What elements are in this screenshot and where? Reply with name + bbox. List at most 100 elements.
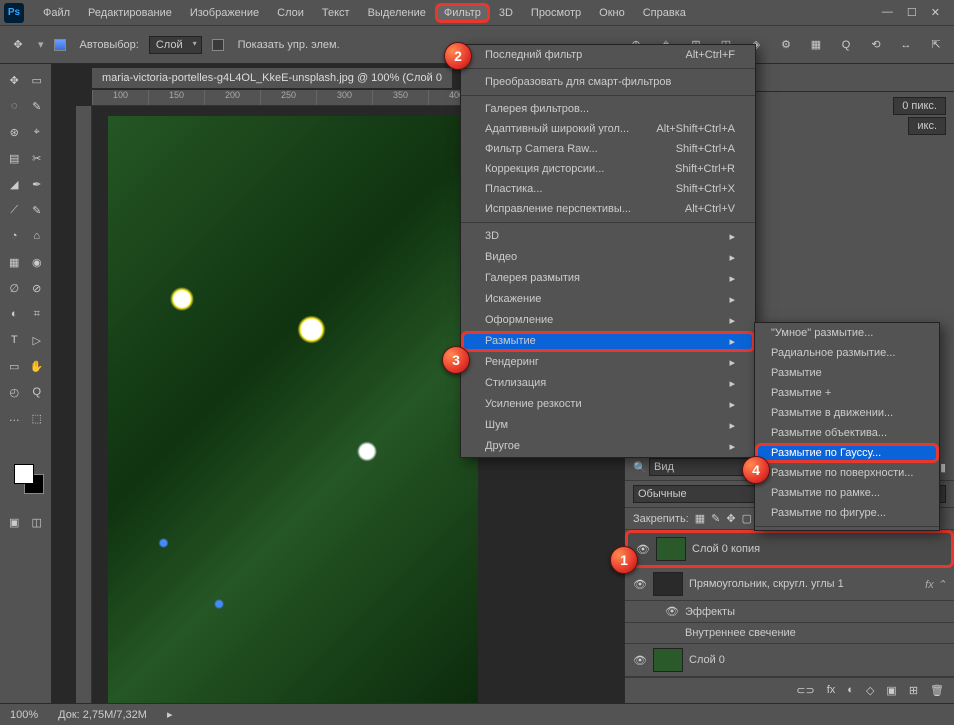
filter-toggle[interactable]: ▮ xyxy=(940,461,946,474)
menu-item[interactable]: Размытие▸ xyxy=(461,331,755,352)
menu-item[interactable]: 3D▸ xyxy=(461,226,755,247)
submenu-item[interactable]: Размытие по фигуре... xyxy=(755,503,939,523)
tool-button[interactable]: ✒ xyxy=(27,172,48,196)
layer-action-icon[interactable]: ◇ xyxy=(866,684,874,697)
tool-button[interactable]: ▭ xyxy=(27,68,48,92)
tool-button[interactable]: ◉ xyxy=(27,250,48,274)
tool-button[interactable]: ◌ xyxy=(4,94,25,118)
tool-button[interactable]: ⬚ xyxy=(27,406,48,430)
tool-button[interactable]: ✎ xyxy=(27,94,48,118)
tool-button[interactable]: ▣ xyxy=(4,510,25,534)
tool-button[interactable]: ✎ xyxy=(27,198,48,222)
tool-button[interactable]: ∅ xyxy=(4,276,25,300)
close-icon[interactable]: ✕ xyxy=(931,6,940,19)
submenu-item[interactable]: Размытие по Гауссу... xyxy=(755,443,939,463)
layer-action-icon[interactable]: ◐ xyxy=(847,684,854,697)
menu-item[interactable]: Адаптивный широкий угол...Alt+Shift+Ctrl… xyxy=(461,119,755,139)
menu-выделение[interactable]: Выделение xyxy=(359,3,435,23)
tool-button[interactable]: ✋ xyxy=(27,354,48,378)
menu-item[interactable]: Исправление перспективы...Alt+Ctrl+V xyxy=(461,199,755,219)
window-controls[interactable]: — ☐ ✕ xyxy=(882,6,950,19)
canvas[interactable] xyxy=(108,116,478,703)
submenu-item[interactable]: Размытие объектива... xyxy=(755,423,939,443)
menu-текст[interactable]: Текст xyxy=(313,3,359,23)
tool-button[interactable]: T xyxy=(4,328,25,352)
layer-action-icon[interactable]: ⊂⊃ xyxy=(796,684,814,697)
menu-справка[interactable]: Справка xyxy=(634,3,695,23)
tool-button[interactable]: ⌂ xyxy=(27,224,48,248)
layer-row[interactable]: Внутреннее свечение xyxy=(625,623,954,644)
tool-button[interactable]: Q xyxy=(27,380,48,404)
tool-button[interactable]: … xyxy=(4,406,25,430)
lock-move-icon[interactable]: ✥ xyxy=(726,512,735,525)
layer-action-icon[interactable]: fx xyxy=(827,684,836,697)
tool-button[interactable]: ▦ xyxy=(4,250,25,274)
tool-button[interactable]: ⟋ xyxy=(4,198,25,222)
layer-row[interactable]: 👁Эффекты xyxy=(625,601,954,623)
search-icon[interactable]: 🔍 xyxy=(633,461,645,473)
tool-button[interactable]: ⊛ xyxy=(4,120,25,144)
menu-слои[interactable]: Слои xyxy=(268,3,313,23)
submenu-item[interactable]: Размытие по поверхности... xyxy=(755,463,939,483)
menu-item[interactable]: Коррекция дисторсии...Shift+Ctrl+R xyxy=(461,159,755,179)
layer-select[interactable]: Слой xyxy=(149,36,202,54)
menu-окно[interactable]: Окно xyxy=(590,3,634,23)
visibility-icon[interactable]: 👁 xyxy=(665,605,679,618)
swatch[interactable] xyxy=(4,458,47,498)
tool-button[interactable]: ◫ xyxy=(27,510,48,534)
menu-item[interactable]: Видео▸ xyxy=(461,247,755,268)
toolbar-icon[interactable]: Q xyxy=(836,35,856,55)
tool-button[interactable]: ✂ xyxy=(27,146,48,170)
menu-item[interactable]: Преобразовать для смарт-фильтров xyxy=(461,72,755,92)
tool-button[interactable]: ◴ xyxy=(4,380,25,404)
layer-row[interactable]: 👁Слой 0 копия xyxy=(625,530,954,568)
menu-item[interactable]: Искажение▸ xyxy=(461,289,755,310)
blur-submenu[interactable]: "Умное" размытие...Радиальное размытие..… xyxy=(754,322,940,531)
menu-фильтр[interactable]: Фильтр xyxy=(435,3,490,23)
layer-row[interactable]: 👁Слой 0 xyxy=(625,644,954,677)
menu-item[interactable]: Рендеринг▸ xyxy=(461,352,755,373)
menu-файл[interactable]: Файл xyxy=(34,3,79,23)
tool-button[interactable]: ◢ xyxy=(4,172,25,196)
menu-item[interactable]: Последний фильтрAlt+Ctrl+F xyxy=(461,45,755,65)
submenu-item[interactable]: Размытие в движении... xyxy=(755,403,939,423)
menu-просмотр[interactable]: Просмотр xyxy=(522,3,590,23)
layer-action-icon[interactable]: ▣ xyxy=(886,684,896,697)
layer-row[interactable]: 👁Прямоугольник, скругл. углы 1fx ⌃ xyxy=(625,568,954,601)
tool-button[interactable]: ⌖ xyxy=(27,120,48,144)
tool-button[interactable]: ⊘ xyxy=(27,276,48,300)
visibility-icon[interactable]: 👁 xyxy=(636,543,650,556)
visibility-icon[interactable]: 👁 xyxy=(633,578,647,591)
autoselect-checkbox[interactable] xyxy=(54,39,66,51)
lock-brush-icon[interactable]: ✎ xyxy=(711,512,720,525)
menu-item[interactable]: Галерея фильтров... xyxy=(461,99,755,119)
maximize-icon[interactable]: ☐ xyxy=(907,6,917,19)
menu-item[interactable]: Стилизация▸ xyxy=(461,373,755,394)
visibility-icon[interactable]: 👁 xyxy=(633,654,647,667)
move-tool-icon[interactable]: ✥ xyxy=(8,35,28,55)
lock-artboard-icon[interactable]: ▢ xyxy=(742,512,752,525)
toolbar-icon[interactable]: ⟲ xyxy=(866,35,886,55)
menu-item[interactable]: Усиление резкости▸ xyxy=(461,394,755,415)
menu-item[interactable]: Пластика...Shift+Ctrl+X xyxy=(461,179,755,199)
toolbar-icon[interactable]: ⇱ xyxy=(926,35,946,55)
submenu-item[interactable]: "Умное" размытие... xyxy=(755,323,939,343)
menu-3d[interactable]: 3D xyxy=(490,3,522,23)
tool-button[interactable]: ◐ xyxy=(4,302,25,326)
menu-item[interactable]: Шум▸ xyxy=(461,415,755,436)
tool-button[interactable]: ▷ xyxy=(27,328,48,352)
tool-button[interactable]: ✥ xyxy=(4,68,25,92)
tool-button[interactable]: ◔ xyxy=(4,224,25,248)
submenu-item[interactable]: Размытие xyxy=(755,363,939,383)
tool-button[interactable]: ▭ xyxy=(4,354,25,378)
tool-button[interactable]: ⌗ xyxy=(27,302,48,326)
submenu-item[interactable]: Размытие + xyxy=(755,383,939,403)
submenu-item[interactable]: Размытие по рамке... xyxy=(755,483,939,503)
menu-item[interactable]: Другое▸ xyxy=(461,436,755,457)
minimize-icon[interactable]: — xyxy=(882,6,893,19)
showcontrols-checkbox[interactable] xyxy=(212,39,224,51)
menu-изображение[interactable]: Изображение xyxy=(181,3,268,23)
document-tab[interactable]: maria-victoria-portelles-g4L4OL_KkeE-uns… xyxy=(92,68,452,88)
input-px2[interactable]: икс. xyxy=(908,117,946,135)
input-px1[interactable]: 0 пикс. xyxy=(893,97,946,115)
